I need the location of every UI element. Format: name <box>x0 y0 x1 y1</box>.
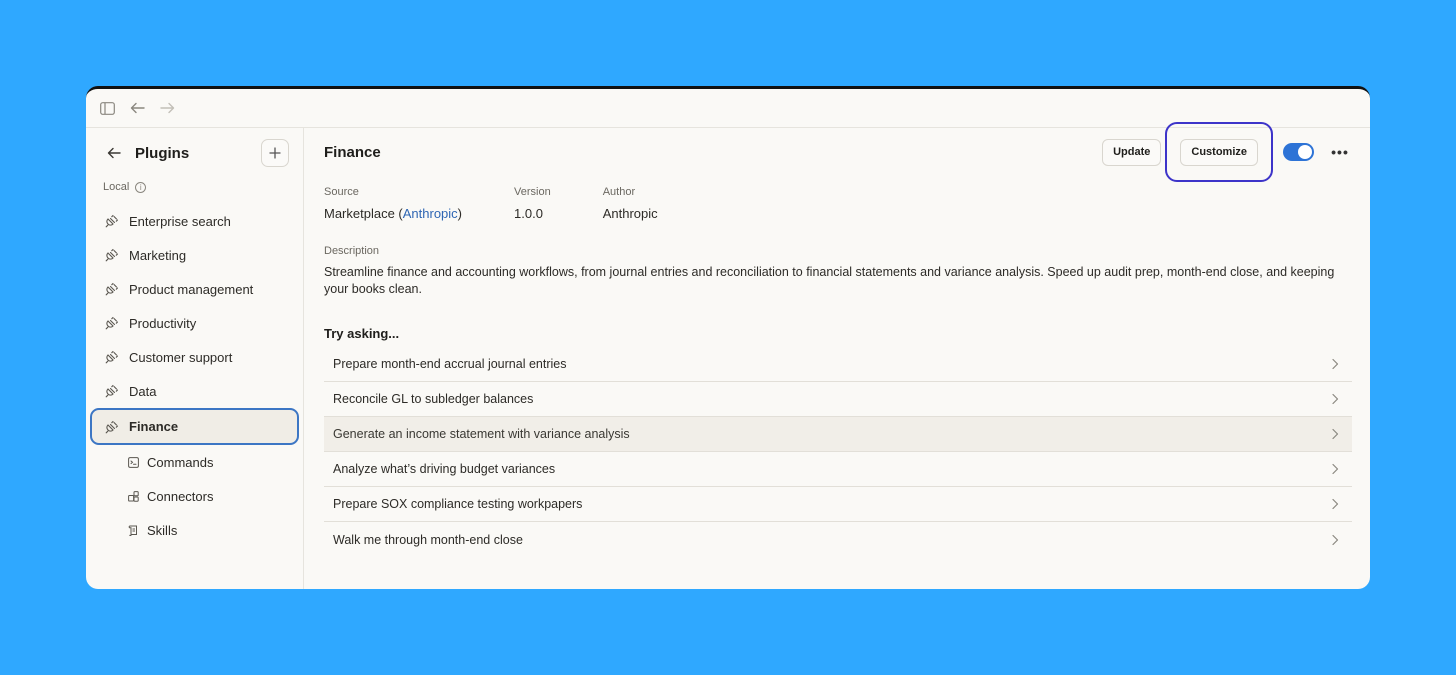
prompt-label: Prepare SOX compliance testing workpaper… <box>333 497 583 511</box>
source-link[interactable]: Anthropic <box>403 206 458 221</box>
sidebar-item-customer-support[interactable]: Customer support <box>90 340 299 374</box>
sidebar-item-label: Product management <box>129 281 254 297</box>
author-label: Author <box>602 186 636 198</box>
sidebar-item-label: Data <box>129 383 157 399</box>
chevron-right-icon <box>1332 463 1339 475</box>
app-window: Plugins Local i Enterprise search Market… <box>86 86 1370 589</box>
source-prefix: Marketplace ( <box>324 206 403 221</box>
chevron-right-icon <box>1332 428 1339 440</box>
section-label: Local <box>103 181 130 193</box>
plug-icon <box>105 214 119 228</box>
version-field: Version 1.0.0 <box>514 186 551 221</box>
plug-icon <box>105 350 119 364</box>
source-value: Marketplace (Anthropic) <box>324 206 462 221</box>
sidebar-item-data[interactable]: Data <box>90 374 299 408</box>
sidebar-subitem-label: Skills <box>147 522 178 538</box>
chevron-right-icon <box>1332 358 1339 370</box>
sidebar-item-enterprise-search[interactable]: Enterprise search <box>90 204 299 238</box>
sidebar-subitem-label: Commands <box>147 454 214 470</box>
plugin-metadata: Source Marketplace (Anthropic) Version 1… <box>324 186 1352 221</box>
sidebar-item-label: Productivity <box>129 315 197 331</box>
prompt-item[interactable]: Reconcile GL to subledger balances <box>324 382 1352 417</box>
plug-icon <box>105 384 119 398</box>
source-label: Source <box>324 186 359 198</box>
sidebar-toggle-icon[interactable] <box>98 99 116 117</box>
forward-arrow-icon[interactable] <box>158 99 176 117</box>
prompt-item[interactable]: Generate an income statement with varian… <box>324 417 1352 452</box>
prompt-label: Prepare month-end accrual journal entrie… <box>333 357 567 371</box>
chevron-right-icon <box>1332 498 1339 510</box>
sidebar-item-marketing[interactable]: Marketing <box>90 238 299 272</box>
prompt-label: Analyze what’s driving budget variances <box>333 462 556 476</box>
chevron-right-icon <box>1332 393 1339 405</box>
back-arrow-icon[interactable] <box>128 99 146 117</box>
sidebar-subitem-commands[interactable]: Commands <box>90 445 299 479</box>
plugin-list: Enterprise search Marketing Product mana… <box>90 204 299 547</box>
update-button[interactable]: Update <box>1102 138 1162 166</box>
sidebar-subitem-label: Connectors <box>147 488 214 504</box>
sidebar-item-product-management[interactable]: Product management <box>90 272 299 306</box>
sidebar: Plugins Local i Enterprise search Market… <box>86 128 304 589</box>
prompt-list: Prepare month-end accrual journal entrie… <box>324 347 1352 557</box>
enable-toggle[interactable] <box>1283 143 1314 161</box>
customize-button[interactable]: Customize <box>1180 138 1258 166</box>
command-icon <box>128 456 139 468</box>
prompt-label: Reconcile GL to subledger balances <box>333 392 534 406</box>
connector-icon <box>128 490 139 502</box>
page-title: Finance <box>324 143 381 161</box>
back-icon[interactable] <box>105 144 123 162</box>
customize-highlight: Customize <box>1165 122 1273 182</box>
info-icon[interactable]: i <box>135 181 147 193</box>
sidebar-item-label: Customer support <box>129 349 233 365</box>
prompt-item[interactable]: Analyze what’s driving budget variances <box>324 452 1352 487</box>
more-options-icon[interactable]: ••• <box>1328 143 1352 161</box>
chevron-right-icon <box>1332 534 1339 545</box>
plug-icon <box>105 282 119 296</box>
toggle-knob <box>1298 145 1312 159</box>
plus-icon <box>269 147 281 159</box>
version-value: 1.0.0 <box>514 206 543 221</box>
source-suffix: ) <box>457 206 463 221</box>
source-field: Source Marketplace (Anthropic) <box>324 186 462 221</box>
scroll-icon <box>128 525 137 536</box>
sidebar-item-label: Marketing <box>129 247 187 263</box>
sidebar-item-label: Finance <box>129 419 179 434</box>
sidebar-item-productivity[interactable]: Productivity <box>90 306 299 340</box>
prompt-item[interactable]: Prepare month-end accrual journal entrie… <box>324 347 1352 382</box>
prompt-label: Generate an income statement with varian… <box>333 427 630 441</box>
sidebar-subitem-connectors[interactable]: Connectors <box>90 479 299 513</box>
author-field: Author Anthropic <box>603 186 658 221</box>
prompt-item[interactable]: Walk me through month-end close <box>324 522 1352 557</box>
description-label: Description <box>324 245 380 257</box>
sidebar-subitem-skills[interactable]: Skills <box>90 513 299 547</box>
try-asking-label: Try asking... <box>324 326 400 341</box>
plugin-detail: Finance Update Customize ••• Source Mark… <box>304 122 1370 589</box>
prompt-item[interactable]: Prepare SOX compliance testing workpaper… <box>324 487 1352 522</box>
sidebar-item-label: Enterprise search <box>129 213 231 229</box>
version-label: Version <box>514 186 551 198</box>
author-value: Anthropic <box>602 206 658 221</box>
plug-icon <box>105 420 119 433</box>
prompt-label: Walk me through month-end close <box>333 532 523 547</box>
add-plugin-button[interactable] <box>261 139 289 167</box>
sidebar-item-finance[interactable]: Finance <box>90 408 299 445</box>
sidebar-title: Plugins <box>135 144 190 162</box>
detail-header: Finance Update Customize ••• <box>324 122 1352 182</box>
plug-icon <box>105 248 119 262</box>
sidebar-header: Plugins <box>90 139 299 167</box>
section-label-local: Local i <box>90 180 299 194</box>
plug-icon <box>105 316 119 330</box>
description-text: Streamline finance and accounting workfl… <box>324 265 1335 296</box>
